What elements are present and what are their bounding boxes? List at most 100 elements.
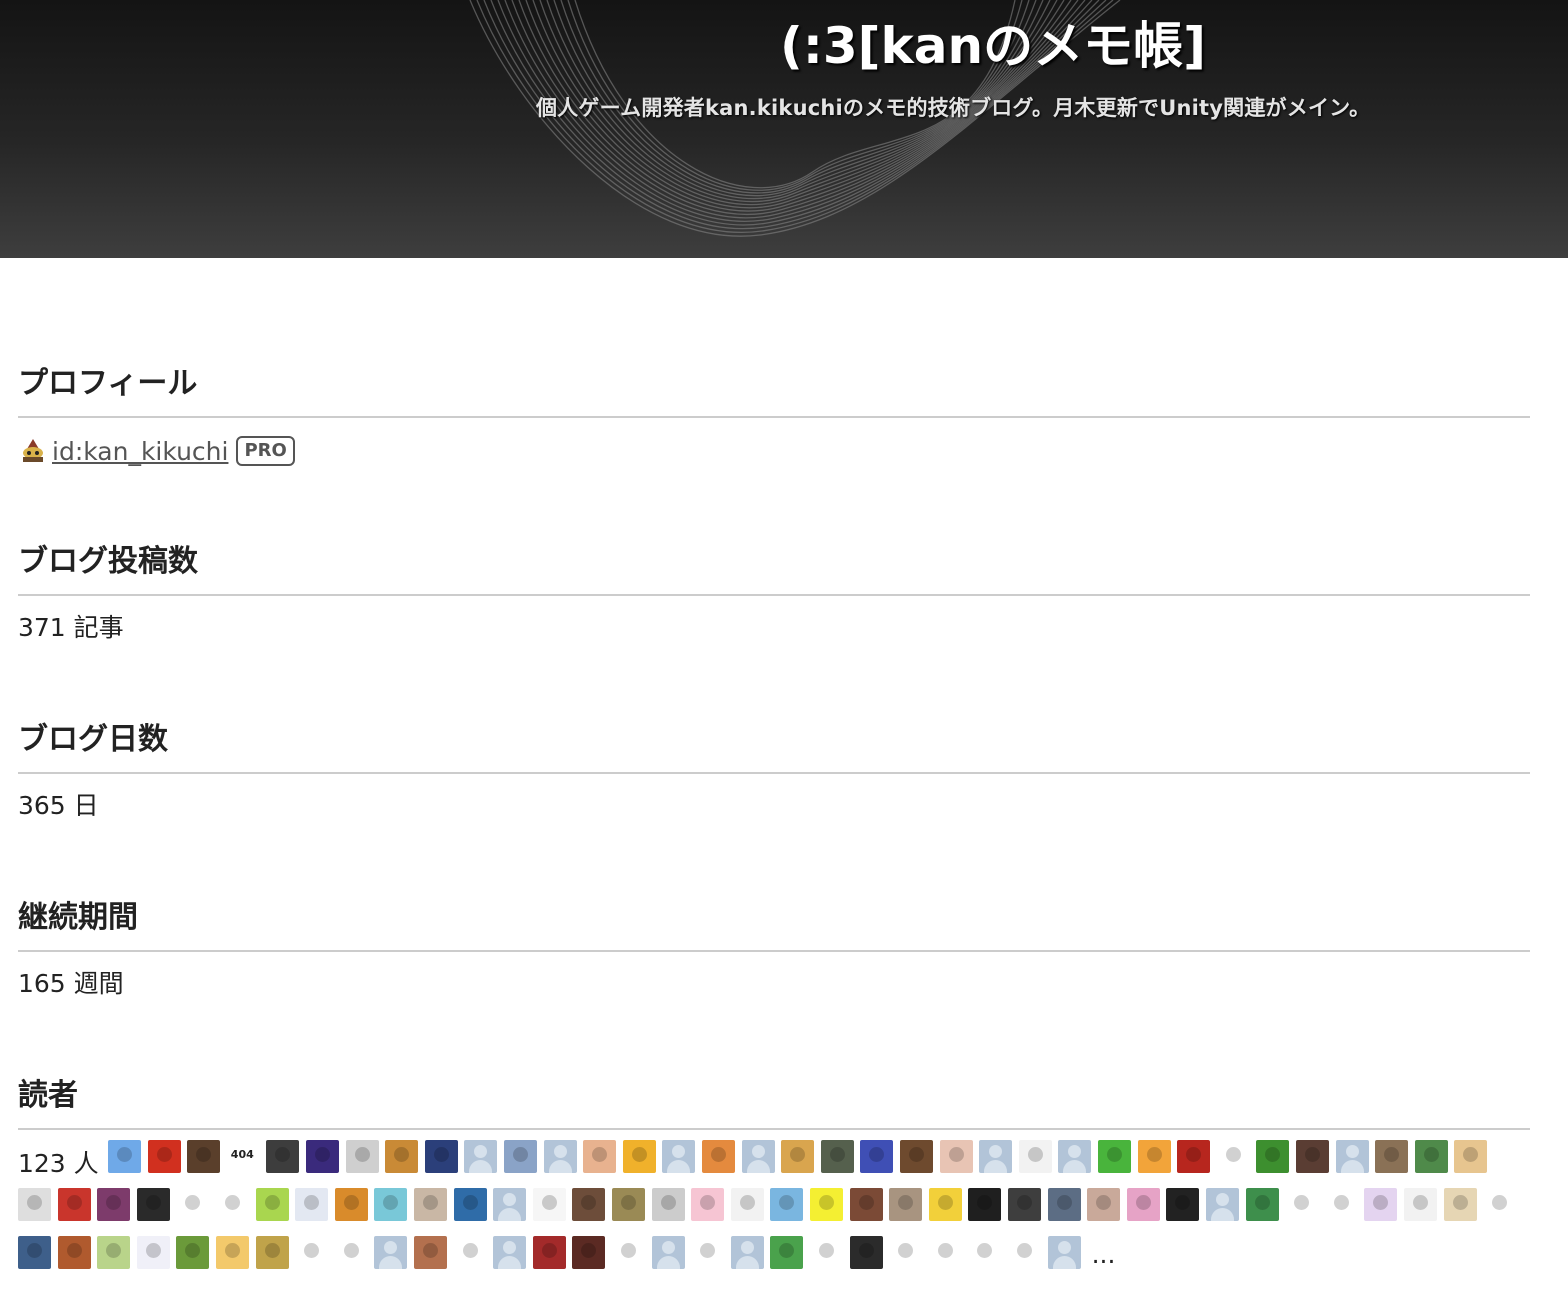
reader-avatar-icon[interactable] xyxy=(849,1188,883,1221)
reader-avatar-icon[interactable] xyxy=(1364,1188,1398,1221)
reader-avatar-icon[interactable] xyxy=(1256,1140,1290,1173)
reader-avatar-icon[interactable] xyxy=(1296,1140,1329,1173)
reader-avatar-icon[interactable] xyxy=(57,1236,91,1269)
reader-avatar-icon[interactable] xyxy=(583,1140,617,1173)
reader-avatar-icon[interactable] xyxy=(108,1140,141,1173)
reader-avatar-icon[interactable] xyxy=(662,1140,696,1173)
reader-avatar-icon[interactable] xyxy=(424,1140,458,1173)
reader-avatar-icon[interactable] xyxy=(1047,1236,1081,1269)
user-avatar-icon[interactable] xyxy=(18,436,48,466)
reader-avatar-icon[interactable] xyxy=(770,1236,804,1269)
reader-avatar-icon[interactable] xyxy=(691,1236,725,1269)
reader-avatar-icon[interactable] xyxy=(255,1188,289,1221)
reader-avatar-icon[interactable] xyxy=(572,1236,606,1269)
reader-avatar-icon[interactable] xyxy=(136,1236,170,1269)
reader-avatar-icon[interactable] xyxy=(334,1236,368,1269)
reader-avatar-icon[interactable] xyxy=(730,1188,764,1221)
reader-avatar-icon[interactable] xyxy=(781,1140,815,1173)
reader-avatar-icon[interactable] xyxy=(385,1140,419,1173)
reader-avatar-icon[interactable] xyxy=(1483,1188,1517,1221)
reader-avatar-icon[interactable] xyxy=(295,1236,329,1269)
reader-avatar-icon[interactable] xyxy=(255,1236,289,1269)
profile-user-link[interactable]: id:kan_kikuchi xyxy=(52,437,228,466)
reader-avatar-icon[interactable] xyxy=(453,1188,487,1221)
reader-avatar-icon[interactable] xyxy=(374,1236,408,1269)
reader-avatar-icon[interactable] xyxy=(295,1188,329,1221)
reader-avatar-icon[interactable] xyxy=(860,1140,894,1173)
reader-avatar-icon[interactable] xyxy=(622,1140,656,1173)
reader-avatar-icon[interactable] xyxy=(1454,1140,1488,1173)
reader-avatar-icon[interactable] xyxy=(18,1236,51,1269)
blog-title-link[interactable]: (:3[kanのメモ帳] xyxy=(780,14,1206,78)
pro-badge[interactable]: PRO xyxy=(236,436,295,466)
reader-avatar-icon[interactable] xyxy=(1245,1188,1279,1221)
reader-avatar-icon[interactable] xyxy=(1008,1236,1041,1269)
reader-avatar-icon[interactable] xyxy=(691,1188,725,1221)
reader-avatar-icon[interactable] xyxy=(741,1140,775,1173)
reader-avatar-icon[interactable] xyxy=(1443,1188,1477,1221)
reader-avatar-icon[interactable] xyxy=(889,1188,923,1221)
reader-avatar-icon[interactable] xyxy=(97,1188,131,1221)
reader-avatar-icon[interactable] xyxy=(1018,1140,1052,1173)
reader-avatar-icon[interactable] xyxy=(889,1236,923,1269)
reader-avatar-icon[interactable] xyxy=(849,1236,883,1269)
reader-avatar-icon[interactable] xyxy=(334,1188,368,1221)
reader-avatar-icon[interactable]: 404 xyxy=(226,1140,260,1173)
reader-avatar-icon[interactable] xyxy=(504,1140,537,1173)
reader-avatar-icon[interactable] xyxy=(968,1236,1002,1269)
reader-avatar-icon[interactable] xyxy=(18,1188,51,1221)
reader-avatar-icon[interactable] xyxy=(374,1188,408,1221)
reader-avatar-icon[interactable] xyxy=(1008,1188,1041,1221)
reader-avatar-icon[interactable] xyxy=(1137,1140,1171,1173)
reader-avatar-icon[interactable] xyxy=(57,1188,91,1221)
reader-avatar-icon[interactable] xyxy=(1058,1140,1092,1173)
reader-avatar-icon[interactable] xyxy=(1375,1140,1409,1173)
reader-avatar-icon[interactable] xyxy=(928,1236,962,1269)
reader-avatar-icon[interactable] xyxy=(532,1236,566,1269)
reader-avatar-icon[interactable] xyxy=(651,1188,685,1221)
reader-avatar-icon[interactable] xyxy=(1126,1188,1160,1221)
reader-avatar-icon[interactable] xyxy=(820,1140,854,1173)
reader-avatar-icon[interactable] xyxy=(730,1236,764,1269)
reader-avatar-icon[interactable] xyxy=(810,1188,843,1221)
reader-avatar-icon[interactable] xyxy=(928,1188,962,1221)
readers-more-link[interactable]: ... xyxy=(1092,1240,1116,1270)
reader-avatar-icon[interactable] xyxy=(810,1236,843,1269)
reader-avatar-icon[interactable] xyxy=(266,1140,300,1173)
reader-avatar-icon[interactable] xyxy=(453,1236,487,1269)
reader-avatar-icon[interactable] xyxy=(1047,1188,1081,1221)
reader-avatar-icon[interactable] xyxy=(1404,1188,1437,1221)
reader-avatar-icon[interactable] xyxy=(651,1236,685,1269)
reader-avatar-icon[interactable] xyxy=(612,1188,645,1221)
reader-avatar-icon[interactable] xyxy=(306,1140,339,1173)
reader-avatar-icon[interactable] xyxy=(532,1188,566,1221)
reader-avatar-icon[interactable] xyxy=(493,1188,527,1221)
reader-avatar-icon[interactable] xyxy=(543,1140,577,1173)
reader-avatar-icon[interactable] xyxy=(136,1188,170,1221)
reader-avatar-icon[interactable] xyxy=(968,1188,1002,1221)
reader-avatar-icon[interactable] xyxy=(493,1236,527,1269)
reader-avatar-icon[interactable] xyxy=(1216,1140,1250,1173)
reader-avatar-icon[interactable] xyxy=(216,1236,249,1269)
reader-avatar-icon[interactable] xyxy=(345,1140,379,1173)
reader-avatar-icon[interactable] xyxy=(1177,1140,1211,1173)
reader-avatar-icon[interactable] xyxy=(612,1236,645,1269)
reader-avatar-icon[interactable] xyxy=(1285,1188,1319,1221)
reader-avatar-icon[interactable] xyxy=(176,1236,210,1269)
reader-avatar-icon[interactable] xyxy=(464,1140,498,1173)
reader-avatar-icon[interactable] xyxy=(939,1140,973,1173)
reader-avatar-icon[interactable] xyxy=(414,1188,447,1221)
reader-avatar-icon[interactable] xyxy=(1206,1188,1239,1221)
reader-avatar-icon[interactable] xyxy=(1098,1140,1131,1173)
reader-avatar-icon[interactable] xyxy=(702,1140,735,1173)
reader-avatar-icon[interactable] xyxy=(147,1140,181,1173)
reader-avatar-icon[interactable] xyxy=(979,1140,1013,1173)
reader-avatar-icon[interactable] xyxy=(1166,1188,1200,1221)
reader-avatar-icon[interactable] xyxy=(1414,1140,1448,1173)
reader-avatar-icon[interactable] xyxy=(216,1188,249,1221)
reader-avatar-icon[interactable] xyxy=(900,1140,933,1173)
reader-avatar-icon[interactable] xyxy=(1087,1188,1121,1221)
reader-avatar-icon[interactable] xyxy=(1335,1140,1369,1173)
reader-avatar-icon[interactable] xyxy=(176,1188,210,1221)
reader-avatar-icon[interactable] xyxy=(97,1236,131,1269)
